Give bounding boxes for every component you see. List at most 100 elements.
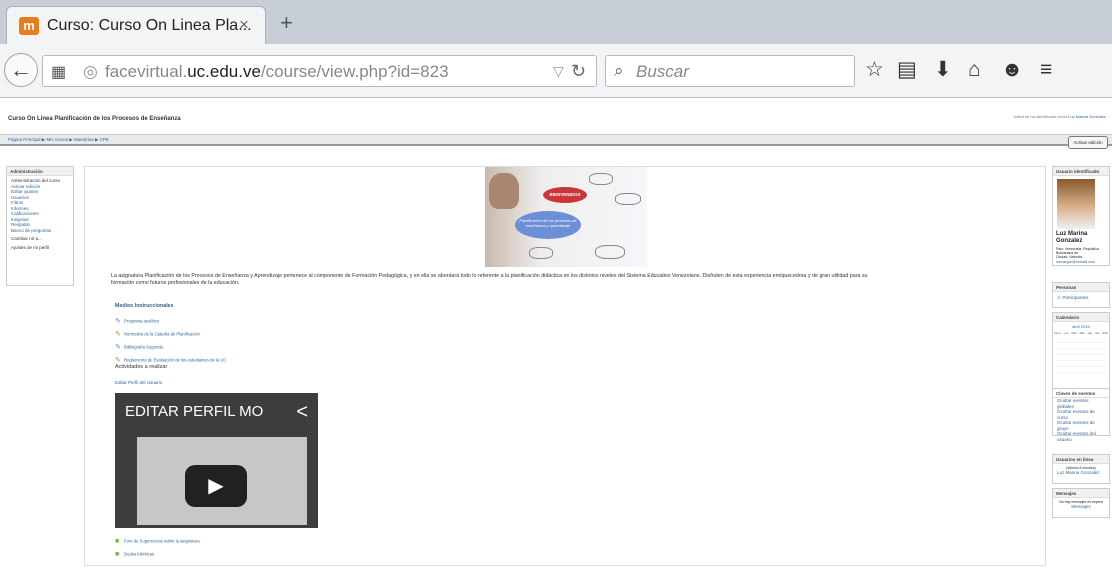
event-toggle[interactable]: Ocultar eventos globales	[1053, 398, 1109, 409]
event-toggle[interactable]: Ocultar eventos de grupo	[1053, 420, 1109, 431]
users-icon: ♙	[1057, 295, 1062, 300]
tab-strip: m Curso: Curso On Linea Pla... × +	[0, 0, 1112, 44]
file-icon: ✎	[115, 318, 121, 325]
event-toggle[interactable]: Ocultar eventos del usuario	[1053, 431, 1109, 442]
smiley-icon[interactable]: ☻	[1001, 59, 1023, 81]
messages-block: Mensajes No hay mensajes en espera Mensa…	[1052, 488, 1110, 518]
weekday: Lun	[1063, 331, 1069, 335]
quiz-link[interactable]: ■ Dudas Idénticas	[115, 551, 154, 558]
url-path: /course/view.php?id=823	[260, 62, 449, 81]
new-tab-button[interactable]: +	[280, 10, 293, 36]
user-name: Luz Marina Gonzalez	[1056, 231, 1088, 244]
search-bar[interactable]: ⌕ Buscar	[605, 55, 855, 87]
resource-label: Normativa de la Cátedra de Planificación	[124, 331, 200, 337]
resource-link[interactable]: ✎ Programa analítico	[115, 318, 159, 325]
banner-center-text: Planificación de los procesos de enseñan…	[515, 211, 581, 239]
weekday: Vie	[1095, 331, 1100, 335]
user-city: Ciudad: Valencia	[1056, 255, 1083, 259]
reading-list-icon[interactable]: ▤	[897, 59, 917, 81]
calendar-month[interactable]: abril 2016	[1053, 324, 1109, 329]
forum-label: Foro de Sugerencias sobre la asignatura	[124, 538, 200, 544]
reload-icon[interactable]: ↻	[571, 61, 586, 82]
moodle-favicon-icon: m	[19, 17, 39, 35]
course-content: BIENVENIDOS Planificación de los proceso…	[84, 166, 1046, 566]
banner-bubble: BIENVENIDOS	[543, 187, 587, 203]
user-block-title: Usuario identificado	[1053, 167, 1109, 176]
menu-icon[interactable]: ≡	[1040, 59, 1052, 81]
breadcrumb[interactable]: Página Principal ▶ Mis cursos ▶ Maestría…	[8, 137, 109, 143]
user-block: Usuario identificado Luz Marina Gonzalez…	[1052, 166, 1110, 266]
course-header: Curso On Linea Planificación de los Proc…	[8, 116, 181, 122]
youtube-video[interactable]: EDITAR PERFIL MO < ▶	[115, 393, 318, 528]
tab-list-icon[interactable]: ▦	[51, 62, 66, 82]
events-key-block: Claves de eventos Ocultar eventos global…	[1052, 388, 1110, 442]
section-heading: Medios Instruccionales	[115, 303, 174, 309]
forum-link[interactable]: ■ Foro de Sugerencias sobre la asignatura	[115, 538, 200, 545]
file-icon: ✎	[115, 331, 121, 338]
back-arrow-icon[interactable]: ←	[4, 53, 38, 87]
online-user-link[interactable]: Luz Marina Gonzalez	[1053, 470, 1109, 476]
participants-label: Participantes	[1062, 295, 1089, 300]
calendar-grid[interactable]	[1056, 337, 1106, 373]
home-icon[interactable]: ⌂	[968, 59, 981, 81]
site-identity-icon[interactable]: ◎	[83, 62, 98, 82]
forum-icon: ■	[115, 538, 120, 545]
url-bar[interactable]: ▦ ◎ facevirtual.uc.edu.ve/course/view.ph…	[42, 55, 597, 87]
person-figure	[489, 173, 519, 209]
resource-label: Reglamento de Evaluación de los estudian…	[124, 357, 227, 363]
resource-link[interactable]: ✎ Normativa de la Cátedra de Planificació…	[115, 331, 200, 338]
calendar-block: Calendario abril 2016 Dom Lun Mar Mié Ju…	[1052, 312, 1110, 390]
login-user[interactable]: Luz Marina Gonzalez	[1068, 114, 1106, 119]
user-email[interactable]: luzmargon@hotmail.com	[1056, 260, 1095, 264]
weekday: Jue	[1087, 331, 1093, 335]
calendar-weekdays: Dom Lun Mar Mié Jue Vie Sáb	[1053, 331, 1109, 335]
admin-item[interactable]: Banco de preguntas	[7, 228, 73, 234]
activity-link[interactable]: Editar Perfil del Usuario	[115, 380, 162, 385]
diagram-shape	[529, 247, 553, 259]
messages-link[interactable]: Mensajes	[1053, 504, 1109, 510]
online-users-block: Usuarios en línea (últimos 5 minutos) Lu…	[1052, 454, 1110, 484]
download-icon[interactable]: ⬇	[934, 59, 952, 81]
moodle-page: Curso On Linea Planificación de los Proc…	[0, 98, 1112, 571]
browser-tab[interactable]: m Curso: Curso On Linea Pla... ×	[6, 6, 266, 44]
events-block-title: Claves de eventos	[1053, 389, 1109, 398]
admin-item[interactable]: Ajustes de mi perfil	[7, 245, 73, 251]
quiz-label: Dudas Idénticas	[124, 551, 155, 557]
resource-link[interactable]: ✎ Reglamento de Evaluación de los estudia…	[115, 357, 226, 364]
event-toggle[interactable]: Ocultar eventos de curso	[1053, 409, 1109, 420]
user-avatar	[1057, 179, 1095, 229]
tab-title: Curso: Curso On Linea Pla...	[47, 17, 252, 34]
edit-mode-button[interactable]: Activar edición	[1068, 136, 1108, 149]
admin-block: Administración Administración del curso …	[6, 166, 74, 286]
file-icon: ✎	[115, 344, 121, 351]
messages-block-title: Mensajes	[1053, 489, 1109, 498]
bookmark-star-icon[interactable]: ☆	[865, 59, 884, 81]
admin-item[interactable]: Cambiar rol a...	[7, 236, 73, 242]
share-icon[interactable]: <	[296, 401, 308, 424]
url-domain: uc.edu.ve	[187, 62, 261, 81]
people-block-title: Personas	[1053, 283, 1109, 292]
calendar-block-title: Calendario	[1053, 313, 1109, 322]
dropdown-icon[interactable]: ▽	[553, 63, 564, 80]
weekday: Sáb	[1102, 331, 1108, 335]
navigation-bar: ← ▦ ◎ facevirtual.uc.edu.ve/course/view.…	[0, 44, 1112, 98]
weekday: Mié	[1079, 331, 1085, 335]
file-icon: ✎	[115, 357, 121, 364]
resource-link[interactable]: ✎ Bibliografía Sugerida	[115, 344, 163, 351]
diagram-shape	[589, 173, 613, 185]
url-text[interactable]: facevirtual.uc.edu.ve/course/view.php?id…	[105, 62, 449, 82]
welcome-banner-image: BIENVENIDOS Planificación de los proceso…	[485, 167, 647, 267]
admin-block-title: Administración	[7, 167, 73, 176]
resource-label: Programa analítico	[124, 318, 160, 324]
close-tab-icon[interactable]: ×	[239, 15, 249, 35]
people-block: Personas ♙ Participantes	[1052, 282, 1110, 308]
user-country: País: Venezuela, República Bolivariana d…	[1056, 247, 1099, 255]
participants-link[interactable]: ♙ Participantes	[1053, 295, 1109, 301]
video-title: EDITAR PERFIL MO	[125, 403, 264, 420]
browser-chrome: m Curso: Curso On Linea Pla... × + ← ▦ ◎…	[0, 0, 1112, 98]
play-button-icon[interactable]: ▶	[185, 465, 247, 507]
quiz-icon: ■	[115, 551, 120, 558]
weekday: Dom	[1054, 331, 1061, 335]
course-intro: La asignatura Planificación de los Proce…	[111, 273, 868, 286]
section-heading: Actividades a realizar	[115, 364, 168, 370]
